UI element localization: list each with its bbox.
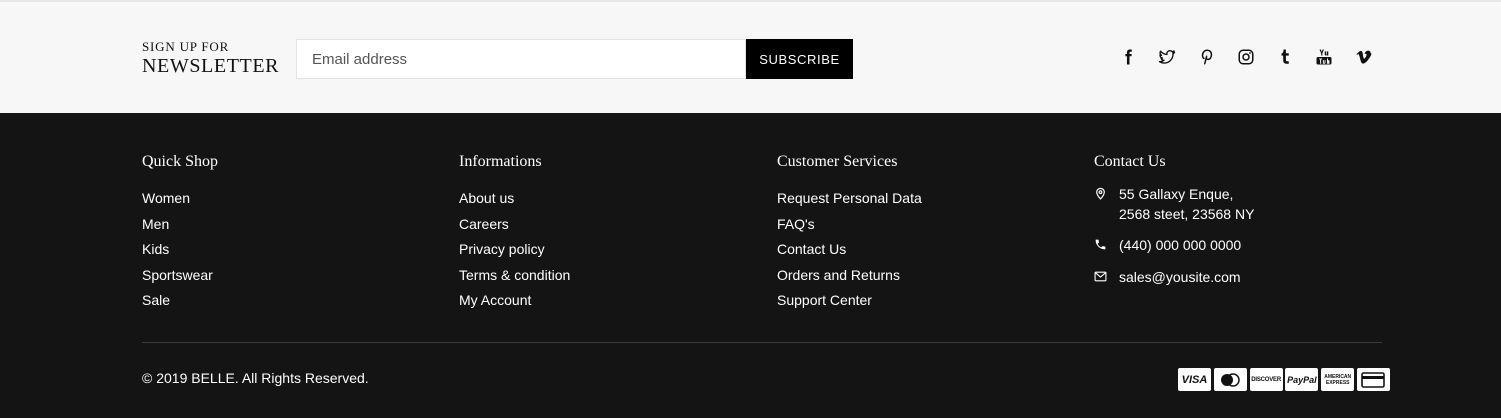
email-address[interactable]: sales@yousite.com bbox=[1119, 267, 1241, 287]
newsletter-label-small: SIGN UP FOR bbox=[142, 39, 230, 54]
facebook-icon[interactable] bbox=[1117, 46, 1139, 68]
phone-number[interactable]: (440) 000 000 0000 bbox=[1119, 235, 1241, 255]
mail-icon bbox=[1094, 267, 1119, 286]
quick-shop-column: Quick Shop Women Men Kids Sportswear Sal… bbox=[142, 152, 218, 314]
footer-link[interactable]: Privacy policy bbox=[459, 237, 570, 263]
footer-link[interactable]: Sportswear bbox=[142, 263, 218, 289]
informations-column: Informations About us Careers Privacy po… bbox=[459, 152, 570, 314]
informations-title: Informations bbox=[459, 153, 542, 170]
tumblr-icon[interactable] bbox=[1274, 46, 1296, 68]
newsletter-heading: SIGN UP FOR NEWSLETTER bbox=[142, 39, 279, 77]
vimeo-icon[interactable] bbox=[1353, 46, 1375, 68]
pinterest-icon[interactable] bbox=[1196, 46, 1218, 68]
footer-link[interactable]: Support Center bbox=[777, 288, 922, 314]
contact-address: 55 Gallaxy Enque, 2568 steet, 23568 NY bbox=[1094, 184, 1254, 224]
contact-phone: (440) 000 000 0000 bbox=[1094, 235, 1254, 255]
paypal-icon: PayPal bbox=[1285, 368, 1319, 391]
footer-link[interactable]: Kids bbox=[142, 237, 218, 263]
footer-link[interactable]: FAQ's bbox=[777, 212, 922, 238]
mastercard-icon bbox=[1213, 368, 1247, 391]
visa-icon: VISA bbox=[1178, 368, 1211, 391]
contact-column: Contact Us 55 Gallaxy Enque, 2568 steet,… bbox=[1094, 152, 1254, 287]
footer-link[interactable]: About us bbox=[459, 186, 570, 212]
footer-link[interactable]: Terms & condition bbox=[459, 263, 570, 289]
newsletter-label-big: NEWSLETTER bbox=[142, 55, 280, 77]
contact-email: sales@yousite.com bbox=[1094, 267, 1254, 287]
footer-link[interactable]: Request Personal Data bbox=[777, 186, 922, 212]
payment-methods: VISA DISCOVER PayPal AMERICAN EXPRESS bbox=[1178, 368, 1390, 391]
social-links bbox=[1117, 46, 1392, 68]
youtube-icon[interactable] bbox=[1313, 46, 1335, 68]
map-pin-icon bbox=[1094, 184, 1119, 203]
customer-services-title: Customer Services bbox=[777, 153, 898, 170]
credit-card-icon bbox=[1356, 368, 1390, 391]
amex-icon: AMERICAN EXPRESS bbox=[1321, 368, 1355, 391]
footer-divider bbox=[142, 342, 1382, 343]
copyright-text: © 2019 BELLE. All Rights Reserved. bbox=[142, 370, 369, 386]
customer-services-column: Customer Services Request Personal Data … bbox=[777, 152, 922, 314]
instagram-icon[interactable] bbox=[1235, 46, 1257, 68]
discover-icon: DISCOVER bbox=[1249, 368, 1283, 391]
footer-link[interactable]: Orders and Returns bbox=[777, 263, 922, 289]
address-line-1: 55 Gallaxy Enque, bbox=[1119, 186, 1234, 202]
twitter-icon[interactable] bbox=[1156, 46, 1178, 68]
address-line-2: 2568 steet, 23568 NY bbox=[1119, 206, 1255, 222]
newsletter-form: SUBSCRIBE bbox=[296, 39, 853, 79]
footer-link[interactable]: Men bbox=[142, 212, 218, 238]
phone-icon bbox=[1094, 235, 1119, 254]
footer-link[interactable]: My Account bbox=[459, 288, 570, 314]
footer-link[interactable]: Careers bbox=[459, 212, 570, 238]
footer-link[interactable]: Sale bbox=[142, 288, 218, 314]
footer-link[interactable]: Contact Us bbox=[777, 237, 922, 263]
quick-shop-title: Quick Shop bbox=[142, 153, 218, 170]
footer-link[interactable]: Women bbox=[142, 186, 218, 212]
contact-title: Contact Us bbox=[1094, 153, 1166, 170]
email-input[interactable] bbox=[296, 39, 746, 79]
newsletter-bar: SIGN UP FOR NEWSLETTER SUBSCRIBE bbox=[0, 0, 1501, 113]
subscribe-button[interactable]: SUBSCRIBE bbox=[746, 39, 853, 79]
